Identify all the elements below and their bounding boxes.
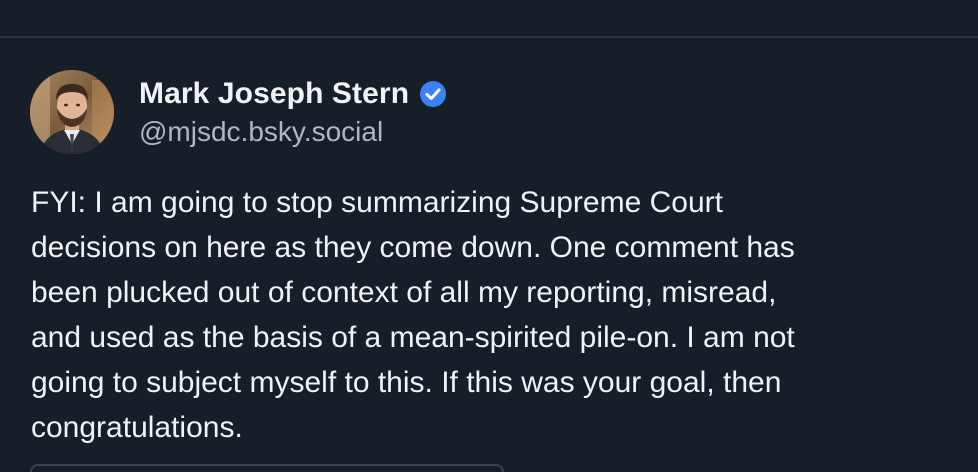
embedded-content-edge[interactable]: [30, 464, 504, 472]
avatar[interactable]: [30, 70, 114, 154]
author-handle[interactable]: @mjsdc.bsky.social: [139, 116, 447, 148]
verified-badge-icon[interactable]: [419, 80, 447, 108]
profile-photo-icon: [30, 70, 114, 154]
author-display-name[interactable]: Mark Joseph Stern: [139, 77, 409, 111]
top-bar: [0, 0, 978, 36]
name-row: Mark Joseph Stern: [139, 74, 447, 114]
post-text: FYI: I am going to stop summarizing Supr…: [31, 186, 795, 444]
post-header: Mark Joseph Stern @mjsdc.bsky.social: [139, 74, 447, 148]
post-card[interactable]: Mark Joseph Stern @mjsdc.bsky.social FYI…: [0, 38, 978, 472]
